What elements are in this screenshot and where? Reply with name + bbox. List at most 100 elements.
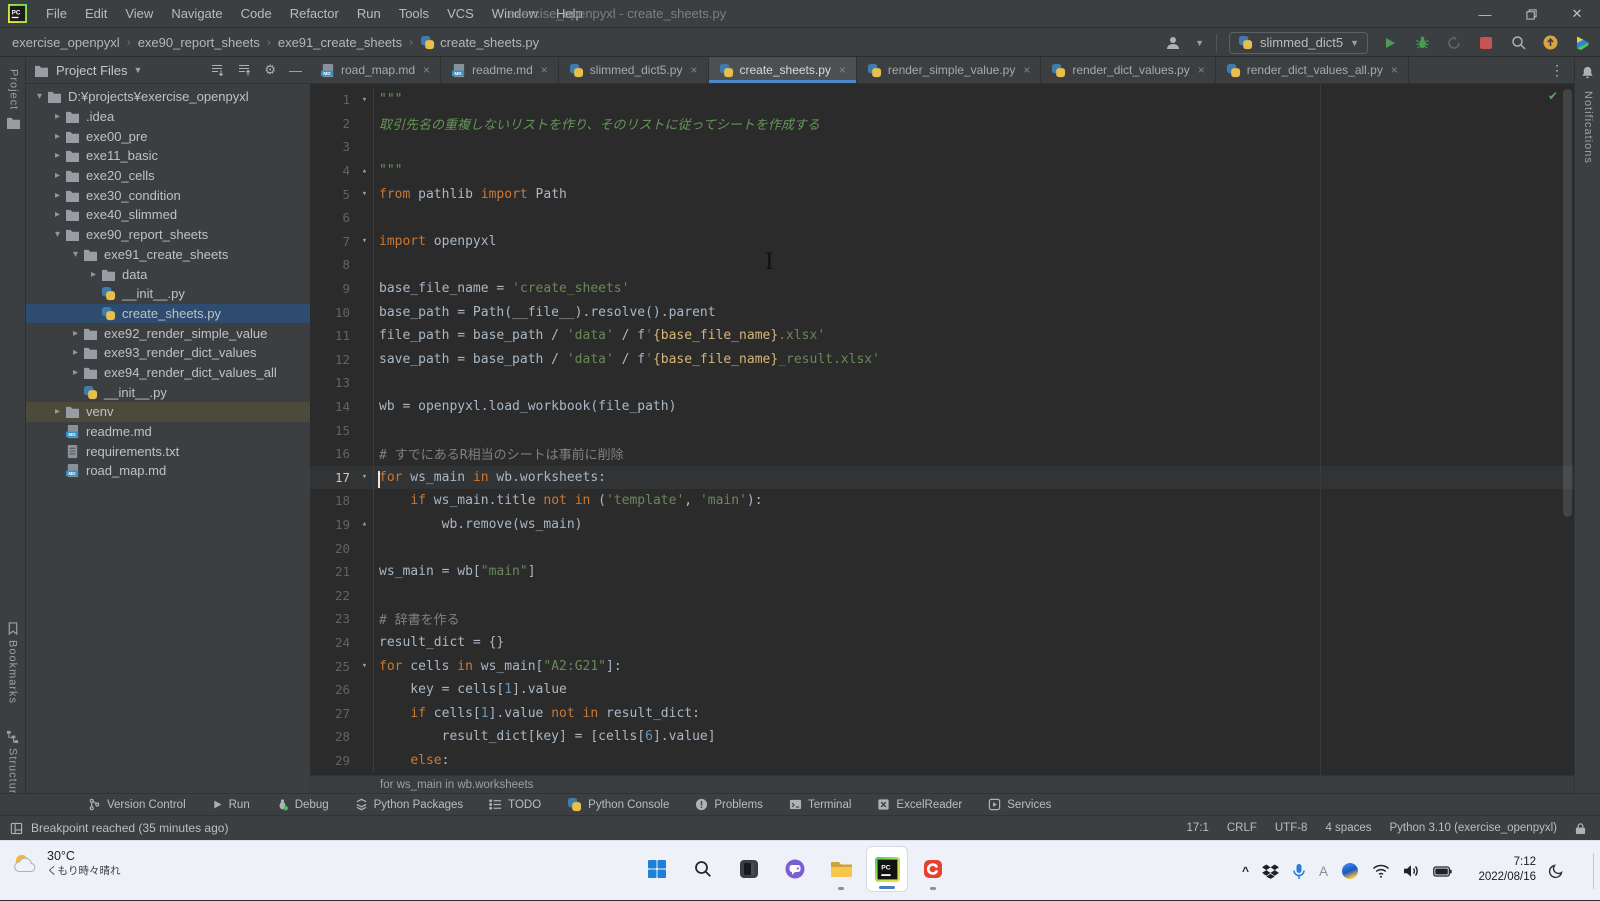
fold-marker-icon[interactable]: ▾ <box>356 466 374 490</box>
user-profile-icon[interactable] <box>1163 32 1183 54</box>
line-number[interactable]: 3 <box>310 139 356 154</box>
tab-road_map-md[interactable]: MDroad_map.md× <box>310 57 441 83</box>
code-line[interactable]: 20 <box>310 536 1574 560</box>
toolwindow-terminal[interactable]: Terminal <box>789 798 851 811</box>
fold-marker-icon[interactable]: ▾ <box>356 88 374 112</box>
fold-marker-icon[interactable]: ▾ <box>356 230 374 254</box>
tree-expand-arrow[interactable]: ▾ <box>50 229 65 240</box>
taskbar-pycharm-icon[interactable]: PC <box>866 846 908 892</box>
line-number[interactable]: 26 <box>310 682 356 697</box>
code-line[interactable]: 15 <box>310 418 1574 442</box>
line-number[interactable]: 7 <box>310 234 356 249</box>
tree-expand-arrow[interactable]: ▸ <box>50 406 65 417</box>
status-file-encoding[interactable]: UTF-8 <box>1275 822 1308 834</box>
line-number[interactable]: 28 <box>310 729 356 744</box>
tab-create_sheets-py[interactable]: create_sheets.py× <box>709 57 857 83</box>
taskbar-weather-widget[interactable]: 30°C くもり時々晴れ <box>10 849 121 878</box>
project-view-mode[interactable]: Project Files <box>56 63 128 78</box>
tree-expand-arrow[interactable]: ▸ <box>68 367 83 378</box>
code-line[interactable]: 4▴""" <box>310 159 1574 183</box>
menu-vcs[interactable]: VCS <box>438 0 483 28</box>
notifications-stripe-label[interactable]: Notifications <box>1582 91 1594 164</box>
show-desktop-divider[interactable] <box>1593 853 1594 889</box>
tray-mic-icon[interactable] <box>1292 863 1306 880</box>
tree-expand-arrow[interactable]: ▸ <box>50 150 65 161</box>
code-editor[interactable]: 1▾"""2取引先名の重複しないリストを作り、そのリストに従ってシートを作成する… <box>310 84 1574 775</box>
tree-item[interactable]: ▸data <box>26 264 310 284</box>
code-line[interactable]: 22 <box>310 583 1574 607</box>
menu-code[interactable]: Code <box>232 0 281 28</box>
status-caret-position[interactable]: 17:1 <box>1186 822 1208 834</box>
tree-item[interactable]: ▸exe20_cells <box>26 166 310 186</box>
code-line[interactable]: 13 <box>310 371 1574 395</box>
line-number[interactable]: 6 <box>310 210 356 225</box>
tree-expand-arrow[interactable]: ▸ <box>68 347 83 358</box>
code-line[interactable]: 9base_file_name = 'create_sheets' <box>310 277 1574 301</box>
more-tabs-icon[interactable]: ⋮ <box>1540 57 1574 83</box>
tree-item[interactable]: __init__.py <box>26 382 310 402</box>
tool-stripe-bookmarks[interactable]: Bookmarks <box>7 622 19 704</box>
menu-refactor[interactable]: Refactor <box>281 0 348 28</box>
search-everywhere-icon[interactable] <box>1508 32 1528 54</box>
code-line[interactable]: 1▾""" <box>310 88 1574 112</box>
tool-stripe-structure[interactable]: Structure <box>6 730 19 802</box>
collapse-all-icon[interactable] <box>237 63 251 77</box>
code-line[interactable]: 16# すでにあるR相当のシートは事前に削除 <box>310 442 1574 466</box>
tree-item[interactable]: ▸exe94_render_dict_values_all <box>26 363 310 383</box>
code-line[interactable]: 24result_dict = {} <box>310 631 1574 655</box>
line-number[interactable]: 21 <box>310 564 356 579</box>
close-button[interactable]: ✕ <box>1554 0 1600 28</box>
toolwindow-todo[interactable]: TODO <box>489 798 541 811</box>
lock-icon[interactable] <box>1575 822 1586 835</box>
line-number[interactable]: 20 <box>310 541 356 556</box>
fold-marker-icon[interactable]: ▾ <box>356 654 374 678</box>
tray-wifi-icon[interactable] <box>1372 864 1390 879</box>
line-number[interactable]: 11 <box>310 328 356 343</box>
code-line[interactable]: 3 <box>310 135 1574 159</box>
line-number[interactable]: 9 <box>310 281 356 296</box>
code-line[interactable]: 8 <box>310 253 1574 277</box>
breadcrumb-item[interactable]: exe90_report_sheets <box>138 35 260 50</box>
taskbar-clipchamp-icon[interactable] <box>912 846 954 892</box>
inspections-ok-icon[interactable]: ✔ <box>1548 89 1558 103</box>
run-button[interactable] <box>1380 32 1400 54</box>
tree-item[interactable]: ▸exe11_basic <box>26 146 310 166</box>
taskbar-search-icon[interactable] <box>682 846 724 892</box>
expand-all-icon[interactable] <box>210 63 224 77</box>
toolbox-icon[interactable] <box>1572 32 1592 54</box>
tree-item[interactable]: ▸exe92_render_simple_value <box>26 323 310 343</box>
fold-marker-icon[interactable]: ▾ <box>356 182 374 206</box>
tree-expand-arrow[interactable]: ▸ <box>68 328 83 339</box>
code-line[interactable]: 27 if cells[1].value not in result_dict: <box>310 701 1574 725</box>
line-number[interactable]: 8 <box>310 257 356 272</box>
toolwindow-problems[interactable]: Problems <box>695 798 763 811</box>
line-number[interactable]: 15 <box>310 423 356 438</box>
tab-slimmed_dict5-py[interactable]: slimmed_dict5.py× <box>559 57 709 83</box>
tool-stripe-project[interactable]: Project <box>6 69 21 129</box>
tray-chevron-up-icon[interactable]: ^ <box>1242 864 1249 878</box>
run-configuration-select[interactable]: slimmed_dict5 ▼ <box>1229 32 1368 54</box>
code-line[interactable]: 12save_path = base_path / 'data' / f'{ba… <box>310 348 1574 372</box>
line-number[interactable]: 4 <box>310 163 356 178</box>
tab-readme-md[interactable]: MDreadme.md× <box>441 57 559 83</box>
code-line[interactable]: 11file_path = base_path / 'data' / f'{ba… <box>310 324 1574 348</box>
line-number[interactable]: 27 <box>310 706 356 721</box>
tree-item[interactable]: __init__.py <box>26 284 310 304</box>
stop-button[interactable] <box>1476 32 1496 54</box>
menu-tools[interactable]: Tools <box>390 0 438 28</box>
tree-expand-arrow[interactable]: ▸ <box>50 209 65 220</box>
taskbar-clock[interactable]: 7:12 2022/08/16 <box>1478 855 1536 885</box>
restore-button[interactable] <box>1508 0 1554 28</box>
tree-expand-arrow[interactable]: ▾ <box>68 249 83 260</box>
tree-item[interactable]: create_sheets.py <box>26 304 310 324</box>
tab-render_dict_values-py[interactable]: render_dict_values.py× <box>1041 57 1215 83</box>
toolwindow-debug[interactable]: Debug <box>276 798 329 811</box>
code-line[interactable]: 2取引先名の重複しないリストを作り、そのリストに従ってシートを作成する <box>310 112 1574 136</box>
tree-item[interactable]: requirements.txt <box>26 441 310 461</box>
tree-item[interactable]: ▸exe93_render_dict_values <box>26 343 310 363</box>
code-line[interactable]: 18 if ws_main.title not in ('template', … <box>310 489 1574 513</box>
settings-gear-icon[interactable]: ⚙ <box>264 62 276 78</box>
taskbar-explorer-icon[interactable] <box>820 846 862 892</box>
tray-dropbox-icon[interactable] <box>1262 864 1279 879</box>
line-number[interactable]: 19 <box>310 517 356 532</box>
